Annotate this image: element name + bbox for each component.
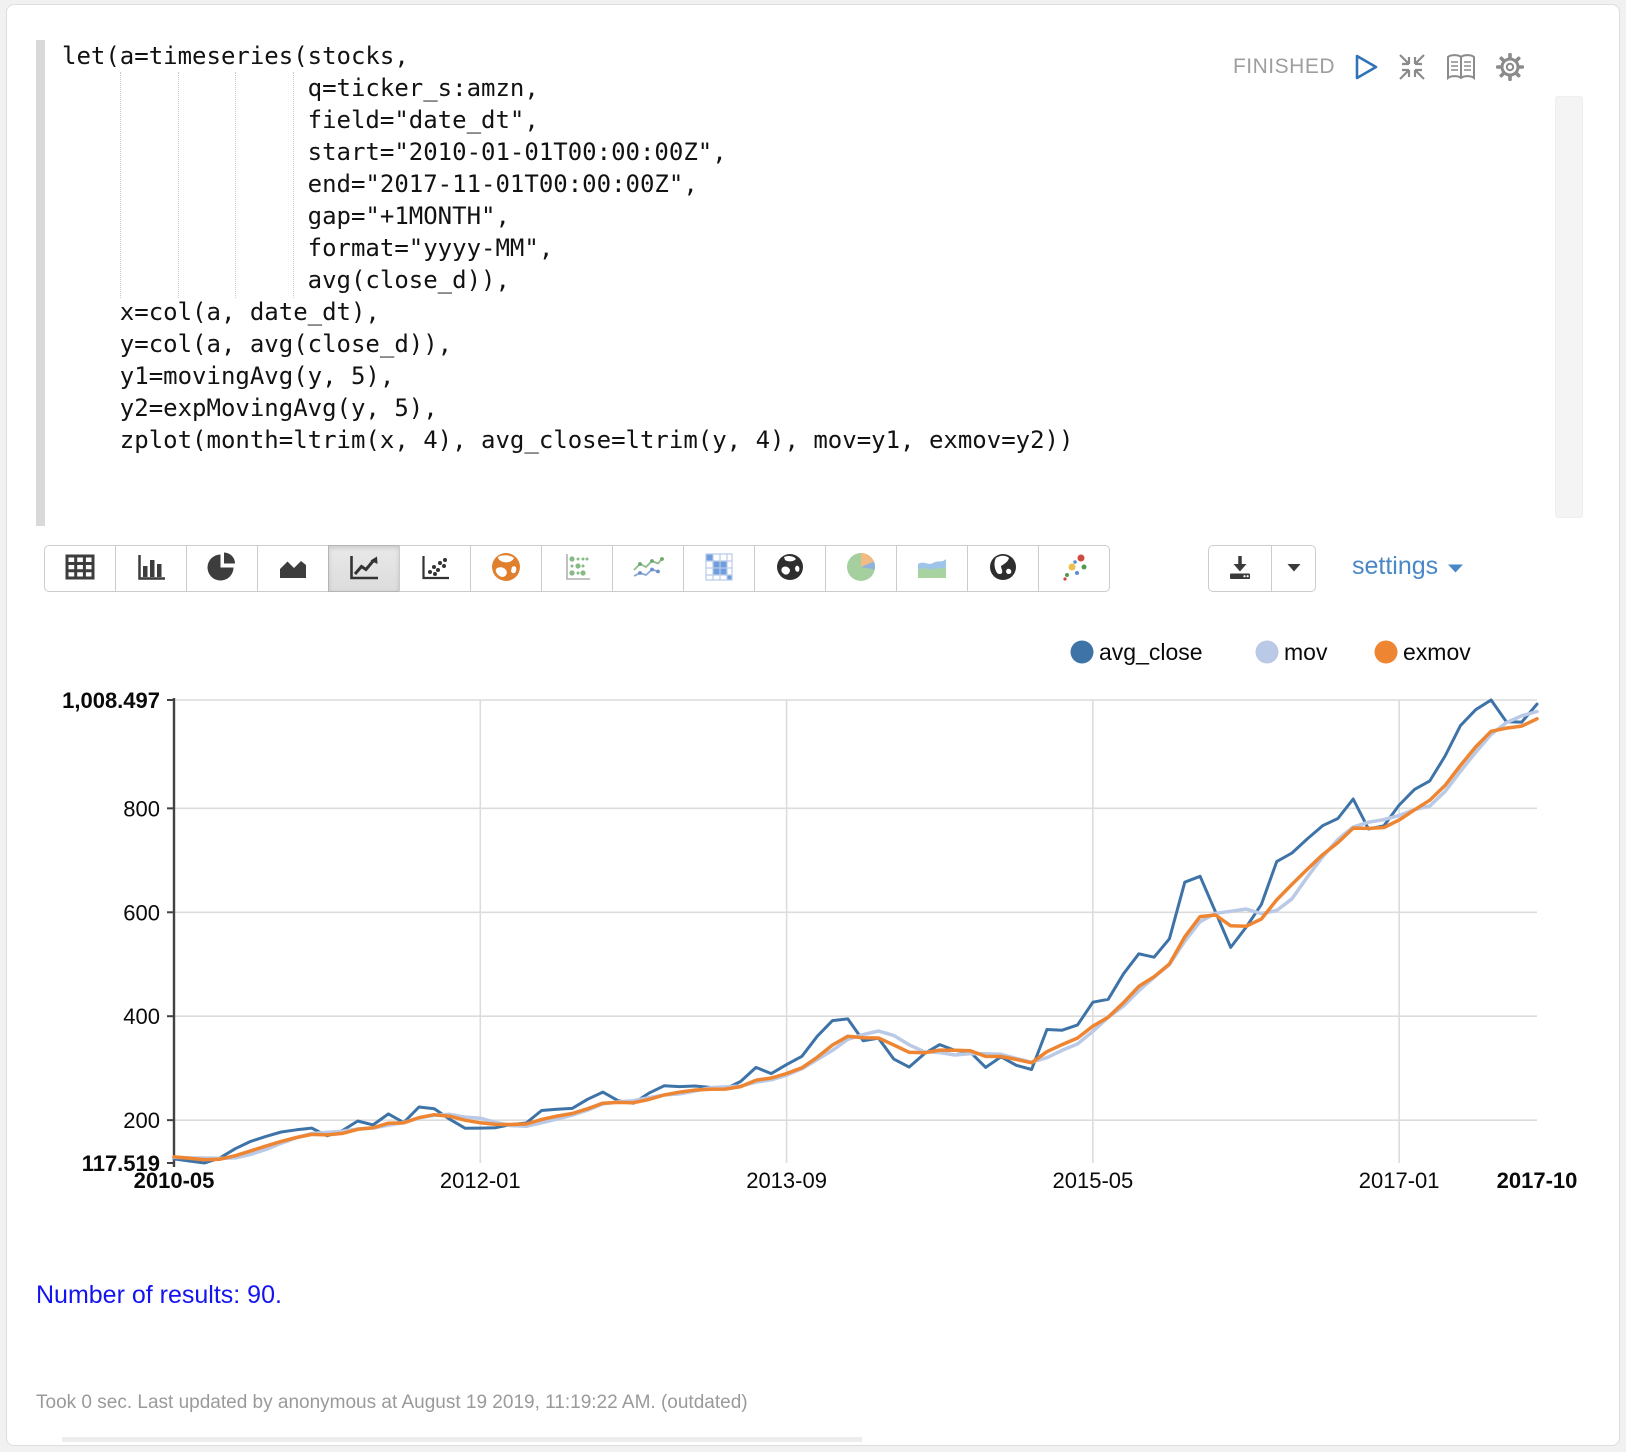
code-line: y2=expMovingAvg(y, 5), xyxy=(62,392,1073,424)
series-line-exmov xyxy=(174,719,1537,1160)
y-tick-label: 800 xyxy=(123,796,160,821)
area-chart-icon xyxy=(277,553,309,584)
code-line: gap="+1MONTH", xyxy=(62,200,1073,232)
code-line: let(a=timeseries(stocks, xyxy=(62,40,1073,72)
chart-type-globe-dark-button[interactable] xyxy=(754,545,826,592)
area-pastel-icon xyxy=(916,554,948,583)
legend-marker xyxy=(1375,641,1398,664)
download-icon xyxy=(1227,555,1253,583)
chart-type-globe-dark-2-button[interactable] xyxy=(967,545,1039,592)
x-tick-label: 2012-01 xyxy=(440,1168,521,1193)
chart-type-scatter-chart-button[interactable] xyxy=(399,545,471,592)
code-line: y1=movingAvg(y, 5), xyxy=(62,360,1073,392)
x-tick-label: 2015-05 xyxy=(1053,1168,1134,1193)
heatmap-icon xyxy=(704,552,734,585)
legend-label: avg_close xyxy=(1099,639,1203,665)
series-line-mov xyxy=(174,712,1537,1159)
code-line: avg(close_d)), xyxy=(62,264,1073,296)
editor-gutter xyxy=(36,40,45,526)
indent-guide xyxy=(235,72,236,298)
dot-matrix-icon xyxy=(562,552,592,585)
code-line: format="yyyy-MM", xyxy=(62,232,1073,264)
chart-type-area-pastel-button[interactable] xyxy=(896,545,968,592)
code-line: y=col(a, avg(close_d)), xyxy=(62,328,1073,360)
pie-pastel-icon xyxy=(845,551,877,586)
code-editor[interactable]: let(a=timeseries(stocks, q=ticker_s:amzn… xyxy=(62,40,1073,456)
line-chart-icon xyxy=(347,552,381,585)
code-line: zplot(month=ltrim(x, 4), avg_close=ltrim… xyxy=(62,424,1073,456)
chart-type-dot-matrix-button[interactable] xyxy=(541,545,613,592)
chart-type-table-button[interactable] xyxy=(44,545,116,592)
chart-type-line-chart-button[interactable] xyxy=(328,545,400,592)
chart-type-heatmap-button[interactable] xyxy=(683,545,755,592)
indent-guide xyxy=(120,72,121,298)
results-count: Number of results: 90. xyxy=(36,1281,282,1310)
legend-marker xyxy=(1071,641,1094,664)
indent-guide xyxy=(293,72,294,298)
legend-label: exmov xyxy=(1403,639,1471,665)
y-tick-label: 1,008.497 xyxy=(62,688,160,713)
scatter-color-icon xyxy=(1059,552,1089,585)
chart-type-scatter-color-button[interactable] xyxy=(1038,545,1110,592)
x-tick-label: 2017-01 xyxy=(1359,1168,1440,1193)
download-button[interactable] xyxy=(1208,545,1272,592)
status-badge: FINISHED xyxy=(1233,55,1335,79)
chart-type-pie-chart-button[interactable] xyxy=(186,545,258,592)
table-icon xyxy=(64,553,96,584)
gear-icon[interactable] xyxy=(1495,52,1525,82)
series-line-avg_close xyxy=(174,700,1537,1163)
multi-line-icon xyxy=(631,554,665,583)
paragraph-divider xyxy=(62,1437,862,1442)
globe-dark-2-icon xyxy=(988,552,1018,585)
settings-dropdown[interactable]: settings xyxy=(1352,552,1464,581)
indent-guide xyxy=(178,72,179,298)
collapse-icon[interactable] xyxy=(1397,52,1427,82)
chart-type-pie-pastel-button[interactable] xyxy=(825,545,897,592)
legend-item-exmov[interactable]: exmov xyxy=(1375,639,1472,665)
chart-type-toolbar xyxy=(44,545,1110,592)
code-line: end="2017-11-01T00:00:00Z", xyxy=(62,168,1073,200)
globe-orange-icon xyxy=(490,551,522,586)
globe-dark-icon xyxy=(775,552,805,585)
paragraph-status-line: Took 0 sec. Last updated by anonymous at… xyxy=(36,1392,748,1414)
pie-chart-icon xyxy=(207,552,237,585)
run-icon[interactable] xyxy=(1353,53,1379,81)
chart-type-area-chart-button[interactable] xyxy=(257,545,329,592)
legend-item-avg_close[interactable]: avg_close xyxy=(1071,639,1203,665)
settings-label: settings xyxy=(1352,552,1438,581)
code-line: x=col(a, date_dt), xyxy=(62,296,1073,328)
y-tick-label: 400 xyxy=(123,1004,160,1029)
x-tick-label: 2017-10 xyxy=(1497,1168,1578,1193)
chart-type-globe-orange-button[interactable] xyxy=(470,545,542,592)
x-tick-label: 2010-05 xyxy=(134,1168,215,1193)
caret-down-icon xyxy=(1447,552,1464,581)
timeseries-chart: 1,008.497800600400200117.5192010-052012-… xyxy=(20,610,1606,1270)
x-tick-label: 2013-09 xyxy=(746,1168,827,1193)
code-line: q=ticker_s:amzn, xyxy=(62,72,1073,104)
y-tick-label: 200 xyxy=(123,1108,160,1133)
scatter-chart-icon xyxy=(419,553,451,584)
y-tick-label: 600 xyxy=(123,900,160,925)
legend-marker xyxy=(1256,641,1279,664)
book-icon[interactable] xyxy=(1445,52,1477,82)
code-line: field="date_dt", xyxy=(62,104,1073,136)
legend-label: mov xyxy=(1284,639,1328,665)
chart-type-multi-line-button[interactable] xyxy=(612,545,684,592)
legend-item-mov[interactable]: mov xyxy=(1256,639,1328,665)
caret-down-icon xyxy=(1286,561,1302,576)
chart-type-bar-chart-button[interactable] xyxy=(115,545,187,592)
code-line: start="2010-01-01T00:00:00Z", xyxy=(62,136,1073,168)
download-options-button[interactable] xyxy=(1272,545,1316,592)
bar-chart-icon xyxy=(135,553,167,584)
editor-scrollbar[interactable] xyxy=(1555,96,1583,518)
